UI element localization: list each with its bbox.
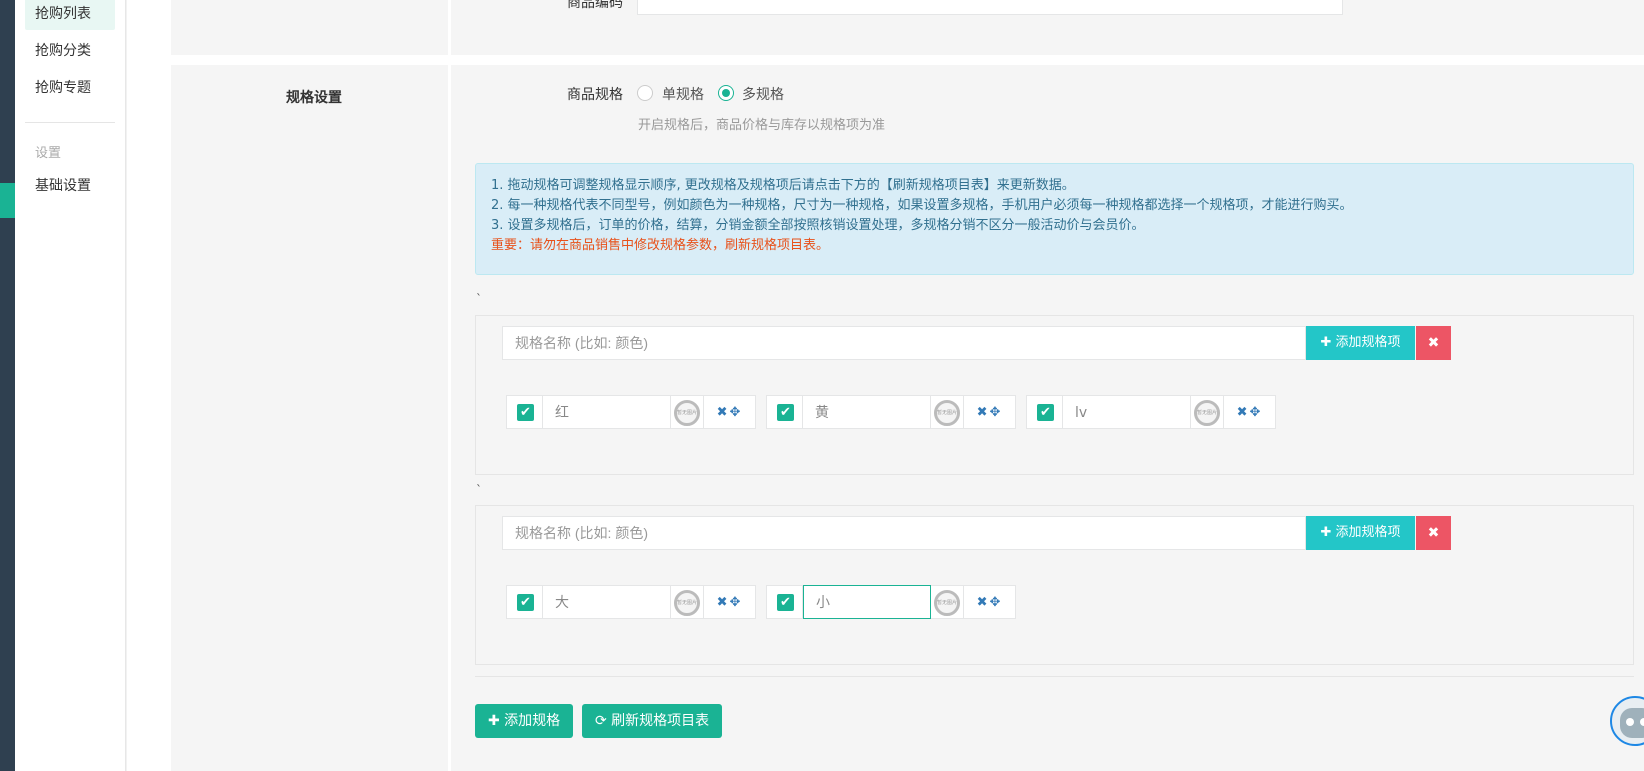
spec-item-value-input[interactable]: 黄 [803,395,931,429]
spec-bottom-divider [475,676,1634,677]
spec-item-value-input[interactable]: 红 [543,395,671,429]
checkbox-checked-icon[interactable]: ✔ [517,594,534,611]
spec-item-image[interactable]: 暂无图片 [671,585,704,619]
spec-item-actions[interactable]: ✖✥ [704,585,756,619]
no-image-icon: 暂无图片 [934,590,960,616]
sidebar-item-flash-sale-topic[interactable]: 抢购专题 [25,72,115,104]
radio-single-spec-label[interactable]: 单规格 [662,84,704,104]
top-section-divider [448,0,451,55]
spec-name-input[interactable] [502,516,1306,550]
checkbox-checked-icon[interactable]: ✔ [777,404,794,421]
spec-item-image[interactable]: 暂无图片 [931,585,964,619]
radio-multi-spec[interactable] [718,85,734,101]
add-spec-button[interactable]: ✚ 添加规格 [475,704,574,738]
spec-item: ✔ lv 暂无图片 ✖✥ [1026,395,1276,429]
spec-help-text: 开启规格后，商品价格与库存以规格项为准 [638,118,886,133]
refresh-spec-table-button[interactable]: ⟳ 刷新规格项目表 [582,704,723,738]
spec-item-actions[interactable]: ✖✥ [704,395,756,429]
delete-spec-button[interactable]: ✖ [1416,326,1451,360]
no-image-icon: 暂无图片 [674,400,700,426]
robot-eye-icon [1640,718,1644,726]
sidebar: 抢购列表 抢购分类 抢购专题 设置 基础设置 [15,0,126,771]
spec-item: ✔ 大 暂无图片 ✖✥ [506,585,756,619]
add-spec-item-button[interactable]: ✚ 添加规格项 [1306,326,1415,360]
spec-section-divider [448,65,451,771]
left-rail-active-indicator [0,183,15,218]
spec-item: ✔ 红 暂无图片 ✖✥ [506,395,756,429]
sidebar-divider [25,122,115,123]
checkbox-checked-icon[interactable]: ✔ [777,594,794,611]
spec-item-image[interactable]: 暂无图片 [671,395,704,429]
checkbox-checked-icon[interactable]: ✔ [517,404,534,421]
notice-line-3: 3. 设置多规格后，订单的价格，结算，分销金额全部按照核销设置处理，多规格分销不… [491,218,1145,233]
spec-item-checkbox-wrap[interactable]: ✔ [506,395,543,429]
spec-item-checkbox-wrap[interactable]: ✔ [506,585,543,619]
spec-item-image[interactable]: 暂无图片 [931,395,964,429]
radio-single-spec[interactable] [637,85,653,101]
content-gutter [127,0,171,771]
spec-type-label: 商品规格 [567,87,623,103]
sidebar-group-settings: 设置 [35,146,62,161]
notice-line-1: 1. 拖动规格可调整规格显示顺序, 更改规格及规格项后请点击下方的【刷新规格项目… [491,178,1075,193]
product-code-label: 商品编码 [567,0,623,11]
spec-item-image[interactable]: 暂无图片 [1191,395,1224,429]
notice-line-2: 2. 每一种规格代表不同型号，例如颜色为一种规格，尺寸为一种规格，如果设置多规格… [491,198,1353,213]
spec-item-actions[interactable]: ✖✥ [964,585,1016,619]
spec-drag-mark: ` [476,483,482,497]
spec-group[interactable]: ✚ 添加规格项 ✖ ✔ 红 暂无图片 ✖✥ ✔ 黄 暂无图片 ✖✥ ✔ lv 暂… [475,315,1634,475]
left-rail [0,0,15,771]
sidebar-item-basic-settings[interactable]: 基础设置 [25,170,115,202]
spec-item-value-input[interactable]: lv [1063,395,1191,429]
add-spec-item-button[interactable]: ✚ 添加规格项 [1306,516,1415,550]
checkbox-checked-icon[interactable]: ✔ [1037,404,1054,421]
no-image-icon: 暂无图片 [1194,400,1220,426]
section-separator [171,55,1644,65]
sidebar-item-flash-sale-category[interactable]: 抢购分类 [25,35,115,67]
spec-drag-mark: ` [476,292,482,306]
section-title: 规格设置 [286,90,342,106]
spec-item: ✔ 小 暂无图片 ✖✥ [766,585,1016,619]
robot-eye-icon [1626,718,1634,726]
sidebar-item-flash-sale-list[interactable]: 抢购列表 [25,0,115,30]
spec-item: ✔ 黄 暂无图片 ✖✥ [766,395,1016,429]
spec-group[interactable]: ✚ 添加规格项 ✖ ✔ 大 暂无图片 ✖✥ ✔ 小 暂无图片 ✖✥ [475,505,1634,665]
spec-item-value-input[interactable]: 大 [543,585,671,619]
spec-item-checkbox-wrap[interactable]: ✔ [766,395,803,429]
spec-item-checkbox-wrap[interactable]: ✔ [766,585,803,619]
spec-item-actions[interactable]: ✖✥ [964,395,1016,429]
no-image-icon: 暂无图片 [934,400,960,426]
product-code-input[interactable] [637,0,1343,15]
spec-item-value-input[interactable]: 小 [803,585,931,619]
spec-item-actions[interactable]: ✖✥ [1224,395,1276,429]
spec-notice: 1. 拖动规格可调整规格显示顺序, 更改规格及规格项后请点击下方的【刷新规格项目… [475,163,1634,275]
notice-important: 重要：请勿在商品销售中修改规格参数，刷新规格项目表。 [491,238,830,253]
spec-name-input[interactable] [502,326,1306,360]
no-image-icon: 暂无图片 [674,590,700,616]
spec-item-checkbox-wrap[interactable]: ✔ [1026,395,1063,429]
radio-multi-spec-label[interactable]: 多规格 [742,84,784,104]
delete-spec-button[interactable]: ✖ [1416,516,1451,550]
